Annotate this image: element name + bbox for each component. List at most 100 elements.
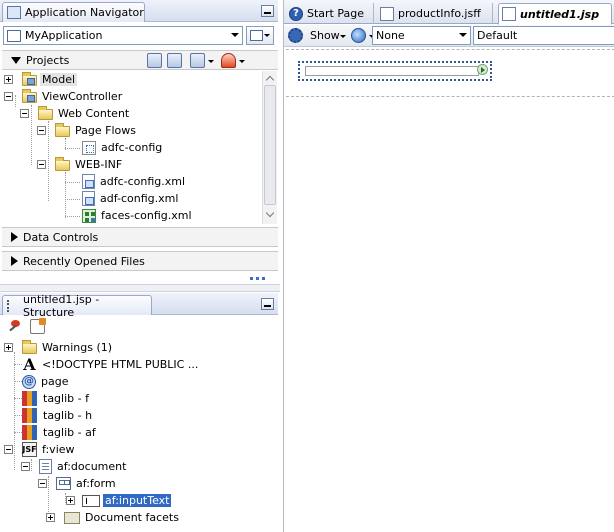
chevron-down-icon [340,35,346,38]
structure-tree: Warnings (1) A <!DOCTYPE HTML PUBLIC ...… [2,338,278,532]
structure-item-taglib-af[interactable]: taglib - af [22,424,98,441]
css-select-value: None [376,29,405,42]
filter-icon[interactable] [190,53,205,68]
structure-title: untitled1.jsp - Structure [23,292,100,319]
navigator-tab[interactable]: Application Navigator [2,2,145,22]
left-panels: Application Navigator MyApplication Proj… [0,0,280,532]
minimize-structure-button[interactable] [261,298,274,310]
data-controls-section-header[interactable]: Data Controls [2,227,278,247]
tree-item-adfc-config[interactable]: adfc-config [82,139,164,156]
css-select[interactable]: None [372,26,471,45]
jsf-icon: JSF [22,442,37,457]
structure-item-document-facets[interactable]: Document facets [46,509,181,526]
project-folder-icon [22,72,37,86]
search-icon[interactable] [147,53,162,68]
expand-icon[interactable] [46,513,55,522]
structure-item-af-form[interactable]: af:form [38,475,118,492]
tree-item-viewcontroller[interactable]: ViewController [4,88,124,105]
component-indicator-icon [477,64,488,75]
tree-item-label: faces-config.xml [101,209,192,222]
scrollbar-thumb[interactable] [264,85,276,205]
structure-item-taglib-h[interactable]: taglib - h [22,407,94,424]
application-menu-button[interactable] [246,26,274,45]
application-select[interactable]: MyApplication [3,26,243,45]
expand-icon[interactable] [4,343,13,352]
editor-tab-strip: ? Start Page productInfo.jsff untitled1.… [284,0,614,25]
structure-item-warnings[interactable]: Warnings (1) [4,339,114,356]
expand-icon[interactable] [4,75,13,84]
input-text-component[interactable] [298,61,492,81]
new-gallery-icon[interactable] [221,53,236,68]
taglib-icon [22,425,38,440]
expand-icon[interactable] [66,496,75,505]
panel-splitter[interactable] [0,284,280,292]
structure-item-af-document[interactable]: af:document [21,458,128,475]
refresh-icon[interactable] [167,53,182,68]
collapse-icon[interactable] [21,462,30,471]
projects-section-header[interactable]: Projects [2,50,278,70]
show-button[interactable]: Show [310,29,340,42]
taglib-icon [22,408,38,423]
structure-view-icon[interactable] [30,318,46,334]
tree-item-model[interactable]: Model [4,71,78,88]
collapse-icon[interactable] [4,445,13,454]
structure-item-f-view[interactable]: JSF f:view [4,441,77,458]
collapse-icon[interactable] [38,479,47,488]
design-canvas[interactable] [286,49,614,97]
chevron-down-icon [239,60,245,63]
doctype-icon: A [23,355,36,374]
tree-item-faces-config-xml[interactable]: faces-config.xml [82,207,194,224]
gear-icon[interactable] [288,28,303,43]
navigator-title-bar: Application Navigator [0,0,278,22]
diagram-icon [82,140,96,155]
structure-item-doctype[interactable]: A <!DOCTYPE HTML PUBLIC ... [22,355,200,374]
tree-item-label: taglib - h [43,409,93,422]
recent-files-section-header[interactable]: Recently Opened Files [2,251,278,271]
tab-start-page[interactable]: ? Start Page [286,3,374,24]
collapse-icon[interactable] [4,92,13,101]
tree-item-label: f:view [42,443,75,456]
skin-select[interactable]: Default [473,26,614,45]
application-select-value: MyApplication [25,29,103,42]
scroll-up-icon[interactable] [263,73,277,83]
project-folder-icon [22,89,37,103]
chevron-down-icon [231,33,239,37]
project-tree-scrollbar[interactable] [262,71,277,224]
tree-item-adfc-config-xml[interactable]: adfc-config.xml [82,173,187,190]
editor-area: ? Start Page productInfo.jsff untitled1.… [283,0,614,532]
page-icon [380,6,394,21]
tree-item-label: Page Flows [75,124,136,137]
more-options-icon[interactable] [250,277,265,280]
expand-triangle-icon [11,232,18,242]
application-menu-icon [250,30,263,41]
input-text-icon [82,494,100,507]
tab-label: Start Page [307,7,364,20]
tab-untitled1[interactable]: untitled1.jsp [498,3,612,25]
structure-item-page[interactable]: @ page [22,373,70,390]
recent-files-label: Recently Opened Files [23,254,145,268]
navigator-icon [7,6,21,19]
scroll-down-icon[interactable] [263,210,277,220]
collapse-icon[interactable] [37,160,46,169]
tab-productinfo[interactable]: productInfo.jsff [377,3,493,24]
minimize-navigator-button[interactable] [261,5,274,17]
collapse-icon[interactable] [20,109,29,118]
pin-icon[interactable] [8,319,23,334]
project-tree: Model ViewController Web Content Page Fl… [2,71,263,224]
tree-item-label: WEB-INF [75,158,123,171]
globe-icon[interactable] [351,28,366,43]
tree-item-web-content[interactable]: Web Content [20,105,131,122]
chevron-down-icon [208,60,214,63]
tree-item-adf-config-xml[interactable]: adf-config.xml [82,190,180,207]
tree-item-web-inf[interactable]: WEB-INF [37,156,124,173]
input-text-field[interactable] [305,66,479,76]
structure-item-taglib-f[interactable]: taglib - f [22,390,91,407]
structure-title-bar: untitled1.jsp - Structure [0,293,278,319]
structure-tab[interactable]: untitled1.jsp - Structure [2,293,152,319]
collapse-triangle-icon [11,56,21,64]
xml-file-icon [82,191,95,206]
tree-item-page-flows[interactable]: Page Flows [37,122,138,139]
form-icon [56,477,71,490]
collapse-icon[interactable] [37,126,46,135]
structure-item-af-inputtext[interactable]: af:inputText [66,492,172,509]
